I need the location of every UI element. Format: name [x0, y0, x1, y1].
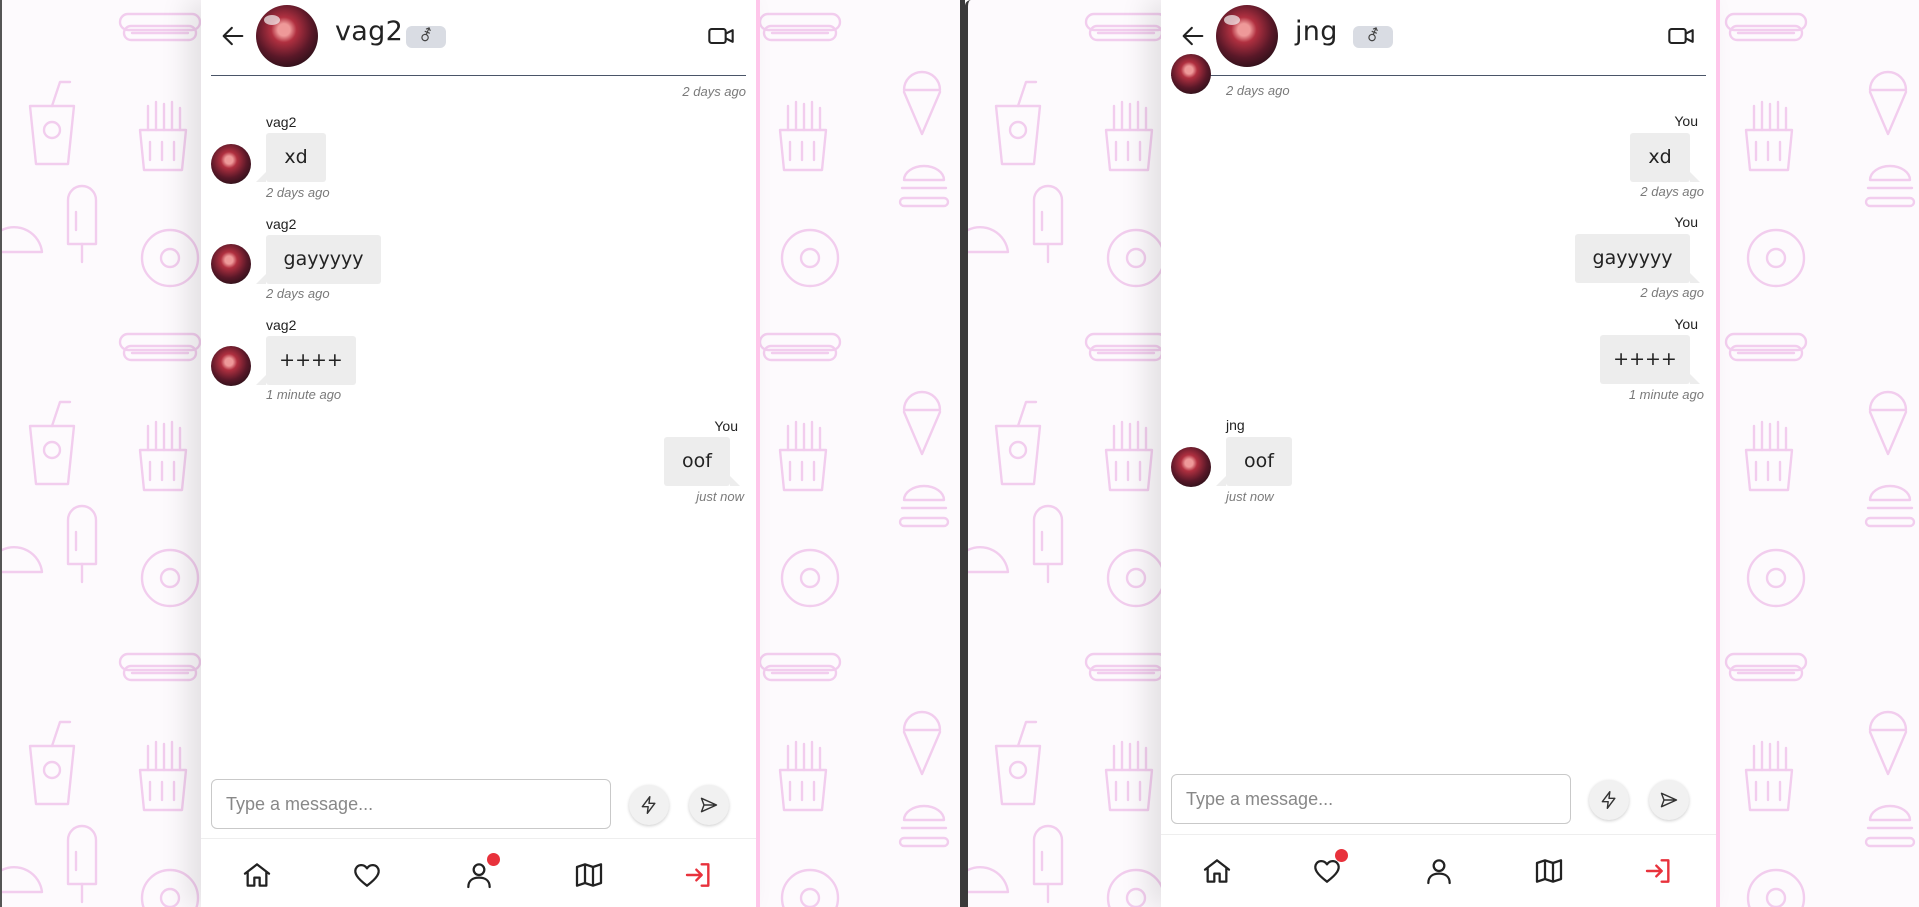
- message-timestamp: 2 days ago: [266, 286, 330, 301]
- user-icon[interactable]: [1423, 855, 1455, 887]
- logout-icon[interactable]: [1643, 855, 1675, 887]
- message-bubble: ++++: [1600, 335, 1700, 384]
- sender-avatar[interactable]: [1171, 54, 1211, 94]
- message-bubble: ++++: [256, 336, 356, 385]
- message-bubble: oof: [1216, 437, 1292, 486]
- lightning-icon: [1601, 790, 1616, 810]
- profile-nav[interactable]: [463, 853, 500, 891]
- sender-name: You: [714, 418, 738, 434]
- heart-icon[interactable]: [351, 859, 383, 891]
- message-timestamp: 1 minute ago: [1628, 387, 1704, 402]
- message-input[interactable]: [211, 779, 611, 829]
- avatar[interactable]: [1216, 5, 1278, 67]
- message-bubble: gayyyyy: [256, 235, 381, 284]
- home-icon[interactable]: [1201, 855, 1233, 887]
- lightning-icon: [641, 795, 656, 815]
- sender-avatar[interactable]: [211, 244, 251, 284]
- send-icon: [1660, 792, 1678, 808]
- contact-name: jng: [1295, 16, 1338, 47]
- contact-name: vag2: [335, 16, 404, 47]
- message-timestamp: 1 minute ago: [266, 387, 342, 402]
- chat-header: vag2 ⚦: [211, 0, 746, 76]
- message-input[interactable]: [1171, 774, 1571, 824]
- message-bubble: xd: [256, 133, 326, 182]
- message-bubble: gayyyyy: [1575, 234, 1700, 283]
- sender-name: jng: [1226, 417, 1245, 433]
- message-timestamp: 2 days ago: [266, 185, 330, 200]
- message-timestamp: 2 days ago: [1640, 184, 1704, 199]
- avatar[interactable]: [256, 5, 318, 67]
- bottom-nav: [1161, 834, 1716, 905]
- sender-name: vag2: [266, 317, 297, 333]
- sender-name: You: [1674, 316, 1698, 332]
- send-icon: [700, 797, 718, 813]
- message-timestamp: 2 days ago: [1640, 285, 1704, 300]
- logout-icon[interactable]: [683, 859, 715, 891]
- sender-name: You: [1674, 113, 1698, 129]
- send-button[interactable]: [689, 785, 729, 825]
- arrow-left-icon[interactable]: [1179, 22, 1207, 50]
- message-timestamp: 2 days ago: [1226, 83, 1290, 98]
- message-timestamp: 2 days ago: [682, 84, 746, 99]
- arrow-left-icon[interactable]: [219, 22, 247, 50]
- video-camera-icon[interactable]: [1666, 22, 1696, 50]
- quick-reply-button[interactable]: [629, 785, 669, 825]
- chat-header: jng ⚦: [1171, 0, 1706, 76]
- map-icon[interactable]: [573, 859, 605, 891]
- gender-badge: ⚦: [406, 26, 446, 48]
- favorites-nav[interactable]: [1311, 849, 1348, 887]
- send-button[interactable]: [1649, 780, 1689, 820]
- sender-avatar[interactable]: [211, 346, 251, 386]
- home-icon[interactable]: [241, 859, 273, 891]
- message-thread: 2 days ago vag2 xd 2 days ago vag2 gayyy…: [211, 76, 746, 746]
- bottom-nav: [201, 838, 756, 907]
- sender-avatar[interactable]: [1171, 447, 1211, 487]
- sender-name: vag2: [266, 216, 297, 232]
- message-bubble: xd: [1630, 133, 1700, 182]
- gender-badge: ⚦: [1353, 26, 1393, 48]
- video-camera-icon[interactable]: [706, 22, 736, 50]
- left-browser-window: vag2 ⚦ 2 days ago vag2 xd 2 days ago vag…: [0, 0, 960, 907]
- chat-app: vag2 ⚦ 2 days ago vag2 xd 2 days ago vag…: [201, 0, 760, 907]
- right-browser-window: jng ⚦ 2 days ago You xd 2 days ago You g…: [965, 0, 1919, 907]
- message-composer: [1171, 774, 1706, 826]
- message-thread: 2 days ago You xd 2 days ago You gayyyyy…: [1171, 54, 1706, 746]
- sender-name: vag2: [266, 114, 297, 130]
- message-timestamp: just now: [1226, 489, 1274, 504]
- map-icon[interactable]: [1533, 855, 1565, 887]
- quick-reply-button[interactable]: [1589, 780, 1629, 820]
- notification-dot: [1335, 849, 1348, 862]
- sender-name: You: [1674, 214, 1698, 230]
- sender-avatar[interactable]: [211, 144, 251, 184]
- message-composer: [211, 779, 746, 831]
- message-timestamp: just now: [696, 489, 744, 504]
- notification-dot: [487, 853, 500, 866]
- message-bubble: oof: [664, 437, 740, 486]
- chat-app: jng ⚦ 2 days ago You xd 2 days ago You g…: [1161, 0, 1720, 907]
